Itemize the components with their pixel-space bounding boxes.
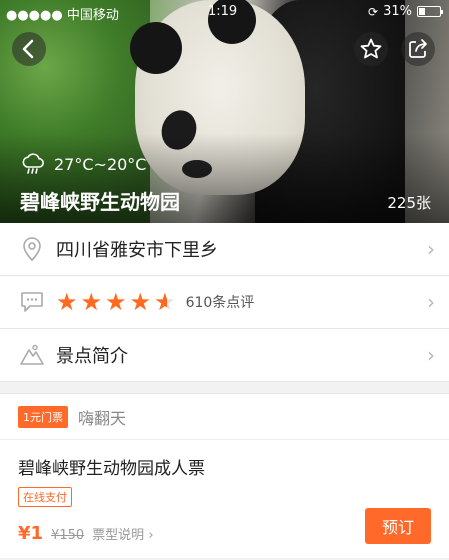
chevron-right-icon: › bbox=[427, 343, 435, 367]
section-divider bbox=[0, 382, 449, 394]
battery-icon bbox=[417, 6, 443, 17]
weather-info: 27°C~20°C bbox=[20, 153, 146, 175]
back-button[interactable] bbox=[12, 32, 46, 66]
hero-banner[interactable]: ●●●●● 中国移动 1:19 ⟳ 31% 27°C~20°C 碧峰峡野生动物园… bbox=[0, 0, 449, 223]
address-row[interactable]: 四川省雅安市下里乡 › bbox=[0, 223, 449, 276]
attraction-title: 碧峰峡野生动物园 bbox=[20, 190, 180, 214]
battery-fill bbox=[419, 8, 426, 15]
temperature-text: 27°C~20°C bbox=[54, 154, 147, 174]
status-time: 1:19 bbox=[208, 4, 238, 19]
online-pay-tag: 在线支付 bbox=[18, 487, 72, 507]
mountain-icon bbox=[20, 343, 44, 367]
status-bar: ●●●●● 中国移动 1:19 ⟳ 31% bbox=[0, 0, 449, 24]
star-outline-icon bbox=[360, 38, 382, 59]
info-list: 四川省雅安市下里乡 › ★ ★ ★ ★ ★ 610条点评 › 景点简介 › bbox=[0, 223, 449, 382]
location-pin-icon bbox=[20, 237, 44, 261]
book-button[interactable]: 预订 bbox=[365, 508, 431, 544]
cloud-rain-icon bbox=[22, 153, 44, 174]
address-text: 四川省雅安市下里乡 bbox=[56, 240, 218, 261]
ticket-desc-link[interactable]: 票型说明 › bbox=[92, 524, 153, 543]
promo-tag: 1元门票 bbox=[18, 405, 68, 428]
star-filled-icon: ★ bbox=[56, 288, 78, 316]
status-right: ⟳ 31% bbox=[368, 4, 443, 19]
hero-panda-ear bbox=[130, 22, 182, 74]
star-filled-icon: ★ bbox=[80, 288, 103, 316]
intro-row[interactable]: 景点简介 › bbox=[0, 329, 449, 382]
rotation-lock-icon: ⟳ bbox=[368, 4, 379, 19]
review-count: 610条点评 bbox=[185, 295, 255, 311]
promo-text: 嗨翻天 bbox=[78, 408, 127, 428]
star-filled-icon: ★ bbox=[105, 288, 127, 316]
chevron-left-icon bbox=[22, 39, 34, 59]
ticket-desc-label: 票型说明 bbox=[92, 528, 145, 543]
rating-stars: ★ ★ ★ ★ ★ bbox=[56, 290, 176, 314]
chevron-right-icon: › bbox=[427, 290, 435, 314]
price-row: ¥1 ¥150 票型说明 › bbox=[18, 523, 154, 544]
status-battery-text: 31% bbox=[383, 4, 412, 19]
share-icon bbox=[409, 39, 427, 58]
status-carrier: ●●●●● 中国移动 bbox=[6, 8, 119, 23]
star-filled-icon: ★ bbox=[129, 288, 152, 316]
chevron-right-icon: › bbox=[148, 528, 154, 543]
star-half-icon: ★ bbox=[154, 290, 176, 314]
reviews-row[interactable]: ★ ★ ★ ★ ★ 610条点评 › bbox=[0, 276, 449, 329]
share-button[interactable] bbox=[401, 32, 435, 66]
original-price: ¥150 bbox=[51, 528, 85, 543]
ticket-name: 碧峰峡野生动物园成人票 bbox=[18, 459, 205, 479]
comment-icon bbox=[20, 290, 44, 314]
chevron-right-icon: › bbox=[427, 237, 435, 261]
favorite-button[interactable] bbox=[354, 32, 388, 66]
ticket-item[interactable]: 碧峰峡野生动物园成人票 在线支付 ¥1 ¥150 票型说明 › 预订 bbox=[0, 440, 449, 558]
photo-count[interactable]: 225张 bbox=[387, 192, 431, 213]
ticket-price: ¥1 bbox=[18, 523, 44, 544]
promo-header[interactable]: 1元门票 嗨翻天 bbox=[0, 394, 449, 440]
intro-label: 景点简介 bbox=[56, 346, 128, 367]
